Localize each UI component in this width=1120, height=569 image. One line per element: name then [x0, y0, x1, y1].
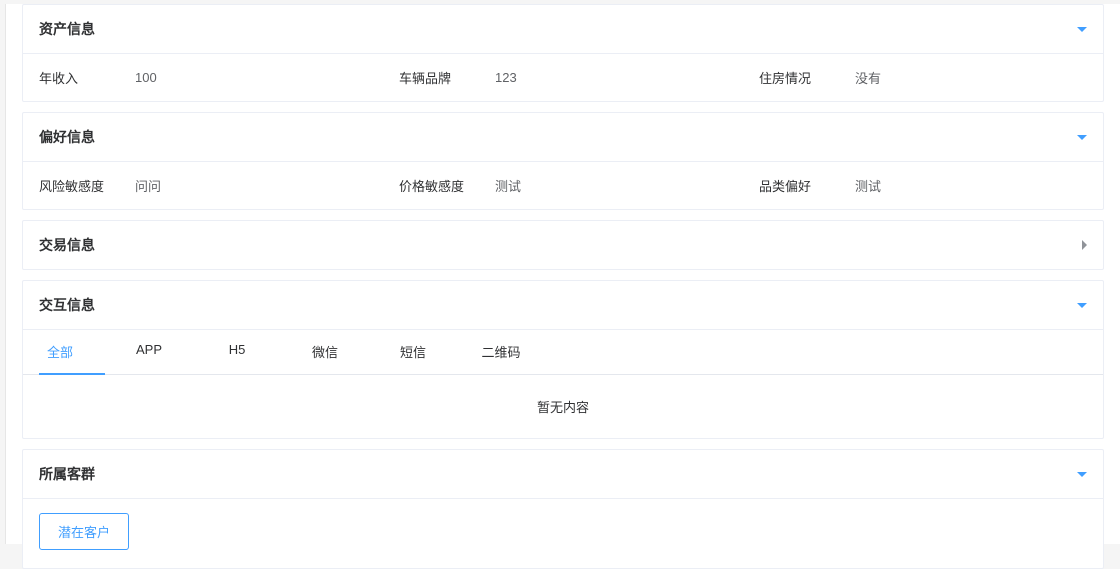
segment-tag-area: 潜在客户 — [23, 499, 1103, 568]
housing-value: 没有 — [855, 68, 881, 87]
transaction-info-card: 交易信息 — [22, 220, 1104, 270]
segment-card: 所属客群 潜在客户 — [22, 449, 1104, 569]
interaction-info-title: 交互信息 — [39, 295, 95, 315]
price-value: 测试 — [495, 176, 521, 195]
vehicle-brand-value: 123 — [495, 70, 517, 85]
price-cell: 价格敏感度 测试 — [383, 162, 743, 209]
segment-header[interactable]: 所属客群 — [23, 450, 1103, 499]
tab-sms[interactable]: 短信 — [369, 330, 457, 375]
risk-label: 风险敏感度 — [39, 176, 135, 195]
interaction-info-card: 交互信息 全部 APP H5 微信 短信 二维码 暂无内容 — [22, 280, 1104, 439]
preference-info-title: 偏好信息 — [39, 127, 95, 147]
interaction-empty-text: 暂无内容 — [23, 375, 1103, 438]
chevron-down-icon — [1077, 303, 1087, 308]
interaction-info-header[interactable]: 交互信息 — [23, 281, 1103, 330]
category-label: 品类偏好 — [759, 176, 855, 195]
vehicle-brand-cell: 车辆品牌 123 — [383, 54, 743, 101]
transaction-info-header[interactable]: 交易信息 — [23, 221, 1103, 269]
risk-cell: 风险敏感度 问问 — [23, 162, 383, 209]
tab-qr[interactable]: 二维码 — [457, 330, 545, 375]
transaction-info-title: 交易信息 — [39, 235, 95, 255]
category-cell: 品类偏好 测试 — [743, 162, 1103, 209]
segment-title: 所属客群 — [39, 464, 95, 484]
page-container: 资产信息 年收入 100 车辆品牌 123 住房情况 没有 偏好信息 — [5, 4, 1120, 544]
housing-cell: 住房情况 没有 — [743, 54, 1103, 101]
housing-label: 住房情况 — [759, 68, 855, 87]
asset-info-row: 年收入 100 车辆品牌 123 住房情况 没有 — [23, 54, 1103, 101]
chevron-right-icon — [1082, 240, 1087, 250]
annual-income-cell: 年收入 100 — [23, 54, 383, 101]
segment-tag-potential[interactable]: 潜在客户 — [39, 513, 129, 550]
asset-info-header[interactable]: 资产信息 — [23, 5, 1103, 54]
vehicle-brand-label: 车辆品牌 — [399, 68, 495, 87]
interaction-tabs: 全部 APP H5 微信 短信 二维码 — [23, 330, 1103, 375]
asset-info-title: 资产信息 — [39, 19, 95, 39]
chevron-down-icon — [1077, 27, 1087, 32]
annual-income-label: 年收入 — [39, 68, 135, 87]
tab-app[interactable]: APP — [105, 330, 193, 375]
chevron-down-icon — [1077, 135, 1087, 140]
tab-all[interactable]: 全部 — [39, 330, 105, 375]
tab-h5[interactable]: H5 — [193, 330, 281, 375]
price-label: 价格敏感度 — [399, 176, 495, 195]
preference-info-row: 风险敏感度 问问 价格敏感度 测试 品类偏好 测试 — [23, 162, 1103, 209]
risk-value: 问问 — [135, 176, 161, 195]
preference-info-card: 偏好信息 风险敏感度 问问 价格敏感度 测试 品类偏好 测试 — [22, 112, 1104, 210]
annual-income-value: 100 — [135, 70, 157, 85]
chevron-down-icon — [1077, 472, 1087, 477]
category-value: 测试 — [855, 176, 881, 195]
tab-wechat[interactable]: 微信 — [281, 330, 369, 375]
asset-info-card: 资产信息 年收入 100 车辆品牌 123 住房情况 没有 — [22, 4, 1104, 102]
preference-info-header[interactable]: 偏好信息 — [23, 113, 1103, 162]
